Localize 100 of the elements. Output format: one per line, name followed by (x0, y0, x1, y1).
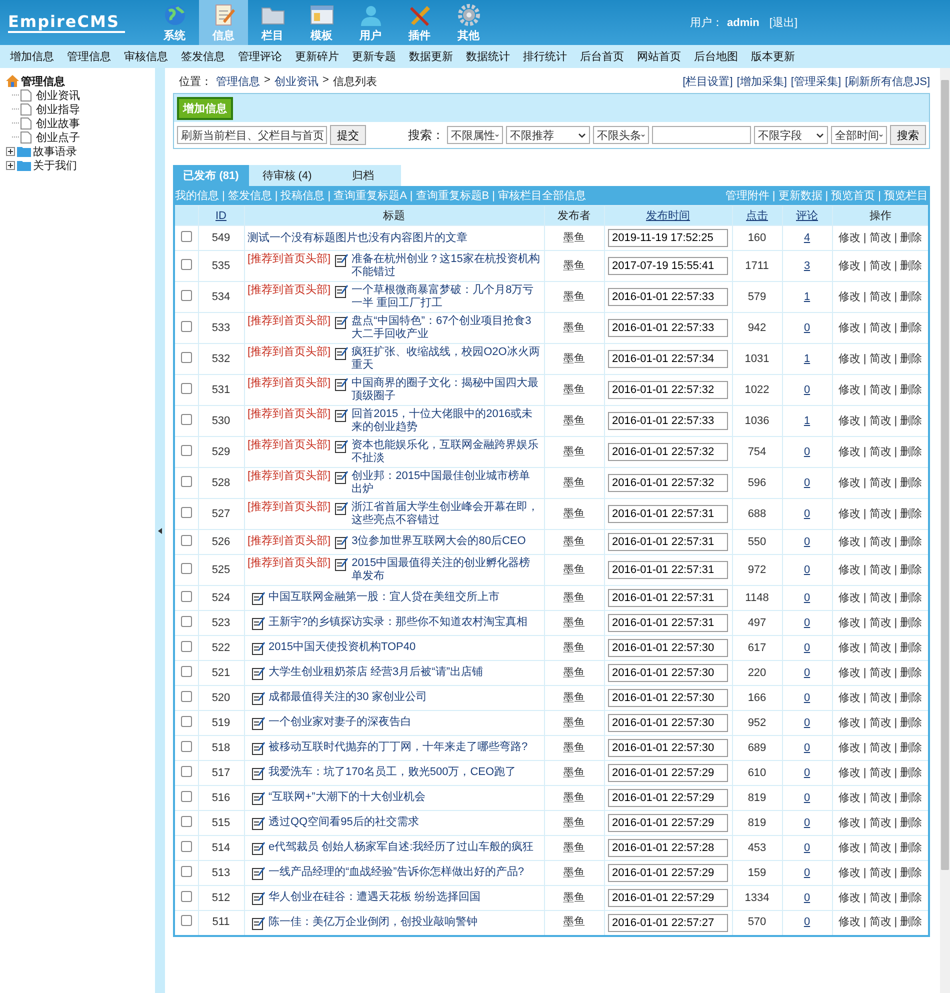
row-action-link[interactable]: 删除 (900, 260, 922, 272)
time-field[interactable]: 2016-01-01 22:57:30 (608, 714, 728, 732)
nav-link[interactable]: 管理信息 (67, 49, 111, 64)
time-field[interactable]: 2016-01-01 22:57:31 (608, 561, 728, 579)
tree-item[interactable]: 创业指导 (36, 102, 80, 116)
filter-select[interactable]: 不限推荐 (506, 126, 590, 144)
time-field[interactable]: 2017-07-19 15:55:41 (608, 257, 728, 275)
row-action-link[interactable]: 删除 (900, 508, 922, 520)
row-action-link[interactable]: 修改 (838, 692, 860, 704)
breadcrumb-link[interactable]: 管理信息 (216, 74, 260, 89)
row-action-link[interactable]: 修改 (838, 564, 860, 576)
row-action-link[interactable]: 简改 (869, 290, 892, 302)
time-field[interactable]: 2016-01-01 22:57:29 (608, 789, 728, 807)
title-link[interactable]: 回首2015，十位大佬眼中的2016或未来的创业趋势 (352, 408, 540, 434)
row-action-link[interactable]: 删除 (900, 352, 922, 364)
row-checkbox[interactable] (180, 866, 192, 876)
row-action-link[interactable]: 修改 (838, 816, 860, 828)
time-field[interactable]: 2016-01-01 22:57:32 (608, 474, 728, 492)
comments-link[interactable]: 3 (804, 260, 810, 272)
time-field[interactable]: 2016-01-01 22:57:30 (608, 739, 728, 757)
row-action-link[interactable]: 删除 (900, 642, 922, 654)
row-checkbox[interactable] (180, 444, 192, 456)
time-field[interactable]: 2016-01-01 22:57:31 (608, 614, 728, 632)
row-action-link[interactable]: 删除 (900, 842, 922, 854)
row-checkbox[interactable] (180, 840, 192, 852)
time-field[interactable]: 2016-01-01 22:57:33 (608, 288, 728, 306)
row-action-link[interactable]: 简改 (869, 716, 892, 728)
row-action-link[interactable]: 修改 (838, 792, 860, 804)
time-field[interactable]: 2016-01-01 22:57:29 (608, 864, 728, 882)
row-checkbox[interactable] (180, 890, 192, 902)
row-action-link[interactable]: 修改 (838, 352, 860, 364)
nav-link[interactable]: 后台地图 (694, 49, 738, 64)
row-checkbox[interactable] (180, 690, 192, 702)
tree-root[interactable]: 管理信息 (21, 74, 65, 88)
row-action-link[interactable]: 修改 (838, 592, 860, 604)
comments-link[interactable]: 0 (804, 666, 810, 678)
row-checkbox[interactable] (180, 915, 192, 926)
row-action-link[interactable]: 简改 (869, 892, 892, 904)
title-link[interactable]: 中国商界的圈子文化：揭秘中国四大最顶级圈子 (352, 377, 540, 403)
row-action-link[interactable]: 删除 (900, 322, 922, 334)
row-action-link[interactable]: 简改 (869, 766, 892, 778)
search-button[interactable]: 搜索 (890, 125, 926, 145)
row-action-link[interactable]: 删除 (900, 290, 922, 302)
time-field[interactable]: 2016-01-01 22:57:29 (608, 764, 728, 782)
comments-link[interactable]: 1 (804, 290, 810, 302)
row-checkbox[interactable] (180, 320, 192, 332)
nav-link[interactable]: 后台首页 (580, 49, 624, 64)
comments-link[interactable]: 0 (804, 916, 810, 928)
time-field[interactable]: 2016-01-01 22:57:32 (608, 381, 728, 399)
row-action-link[interactable]: 简改 (869, 742, 892, 754)
row-action-link[interactable]: 简改 (869, 476, 892, 488)
row-checkbox[interactable] (180, 766, 192, 776)
nav-link[interactable]: 排行统计 (523, 49, 567, 64)
comments-link[interactable]: 0 (804, 508, 810, 520)
row-action-link[interactable]: 修改 (838, 508, 860, 520)
row-action-link[interactable]: 删除 (900, 446, 922, 458)
tree-item[interactable]: 故事语录 (33, 144, 77, 158)
comments-link[interactable]: 4 (804, 232, 810, 244)
top-link[interactable]: [管理采集] (790, 74, 842, 89)
comments-link[interactable]: 0 (804, 742, 810, 754)
comments-link[interactable]: 0 (804, 536, 810, 548)
row-checkbox[interactable] (180, 230, 192, 242)
row-action-link[interactable]: 简改 (869, 508, 892, 520)
nav-link[interactable]: 网站首页 (637, 49, 681, 64)
nav-link[interactable]: 更新专题 (352, 49, 396, 64)
row-action-link[interactable]: 修改 (838, 446, 860, 458)
time-field[interactable]: 2016-01-01 22:57:30 (608, 664, 728, 682)
row-action-link[interactable]: 简改 (869, 792, 892, 804)
row-checkbox[interactable] (180, 616, 192, 626)
row-action-link[interactable]: 修改 (838, 916, 860, 928)
row-checkbox[interactable] (180, 816, 192, 826)
row-action-link[interactable]: 删除 (900, 892, 922, 904)
nav-link[interactable]: 增加信息 (10, 49, 54, 64)
breadcrumb-link[interactable]: 创业资讯 (274, 74, 318, 89)
row-checkbox[interactable] (180, 666, 192, 676)
row-checkbox[interactable] (180, 590, 192, 602)
row-action-link[interactable]: 删除 (900, 476, 922, 488)
comments-link[interactable]: 0 (804, 766, 810, 778)
comments-link[interactable]: 0 (804, 716, 810, 728)
time-field[interactable]: 2016-01-01 22:57:29 (608, 889, 728, 907)
comments-link[interactable]: 0 (804, 892, 810, 904)
row-action-link[interactable]: 删除 (900, 816, 922, 828)
row-action-link[interactable]: 删除 (900, 384, 922, 396)
filter-select[interactable]: 不限头条 (593, 126, 649, 144)
top-link[interactable]: [刷新所有信息JS] (845, 74, 930, 89)
row-action-link[interactable]: 修改 (838, 536, 860, 548)
row-action-link[interactable]: 删除 (900, 564, 922, 576)
row-action-link[interactable]: 简改 (869, 592, 892, 604)
row-action-link[interactable]: 修改 (838, 642, 860, 654)
row-checkbox[interactable] (180, 476, 192, 486)
row-action-link[interactable]: 简改 (869, 866, 892, 878)
title-link[interactable]: 准备在杭州创业？这15家在杭投资机构不能错过 (352, 253, 540, 279)
time-field[interactable]: 2019-11-19 17:52:25 (608, 229, 728, 247)
top-link[interactable]: [增加采集] (736, 74, 787, 89)
tree-item[interactable]: 创业故事 (36, 116, 80, 130)
nav-link[interactable]: 签发信息 (181, 49, 225, 64)
row-action-link[interactable]: 简改 (869, 916, 892, 928)
nav-link[interactable]: 版本更新 (751, 49, 795, 64)
row-checkbox[interactable] (180, 382, 192, 394)
filter-select[interactable]: 不限字段 (754, 126, 828, 144)
